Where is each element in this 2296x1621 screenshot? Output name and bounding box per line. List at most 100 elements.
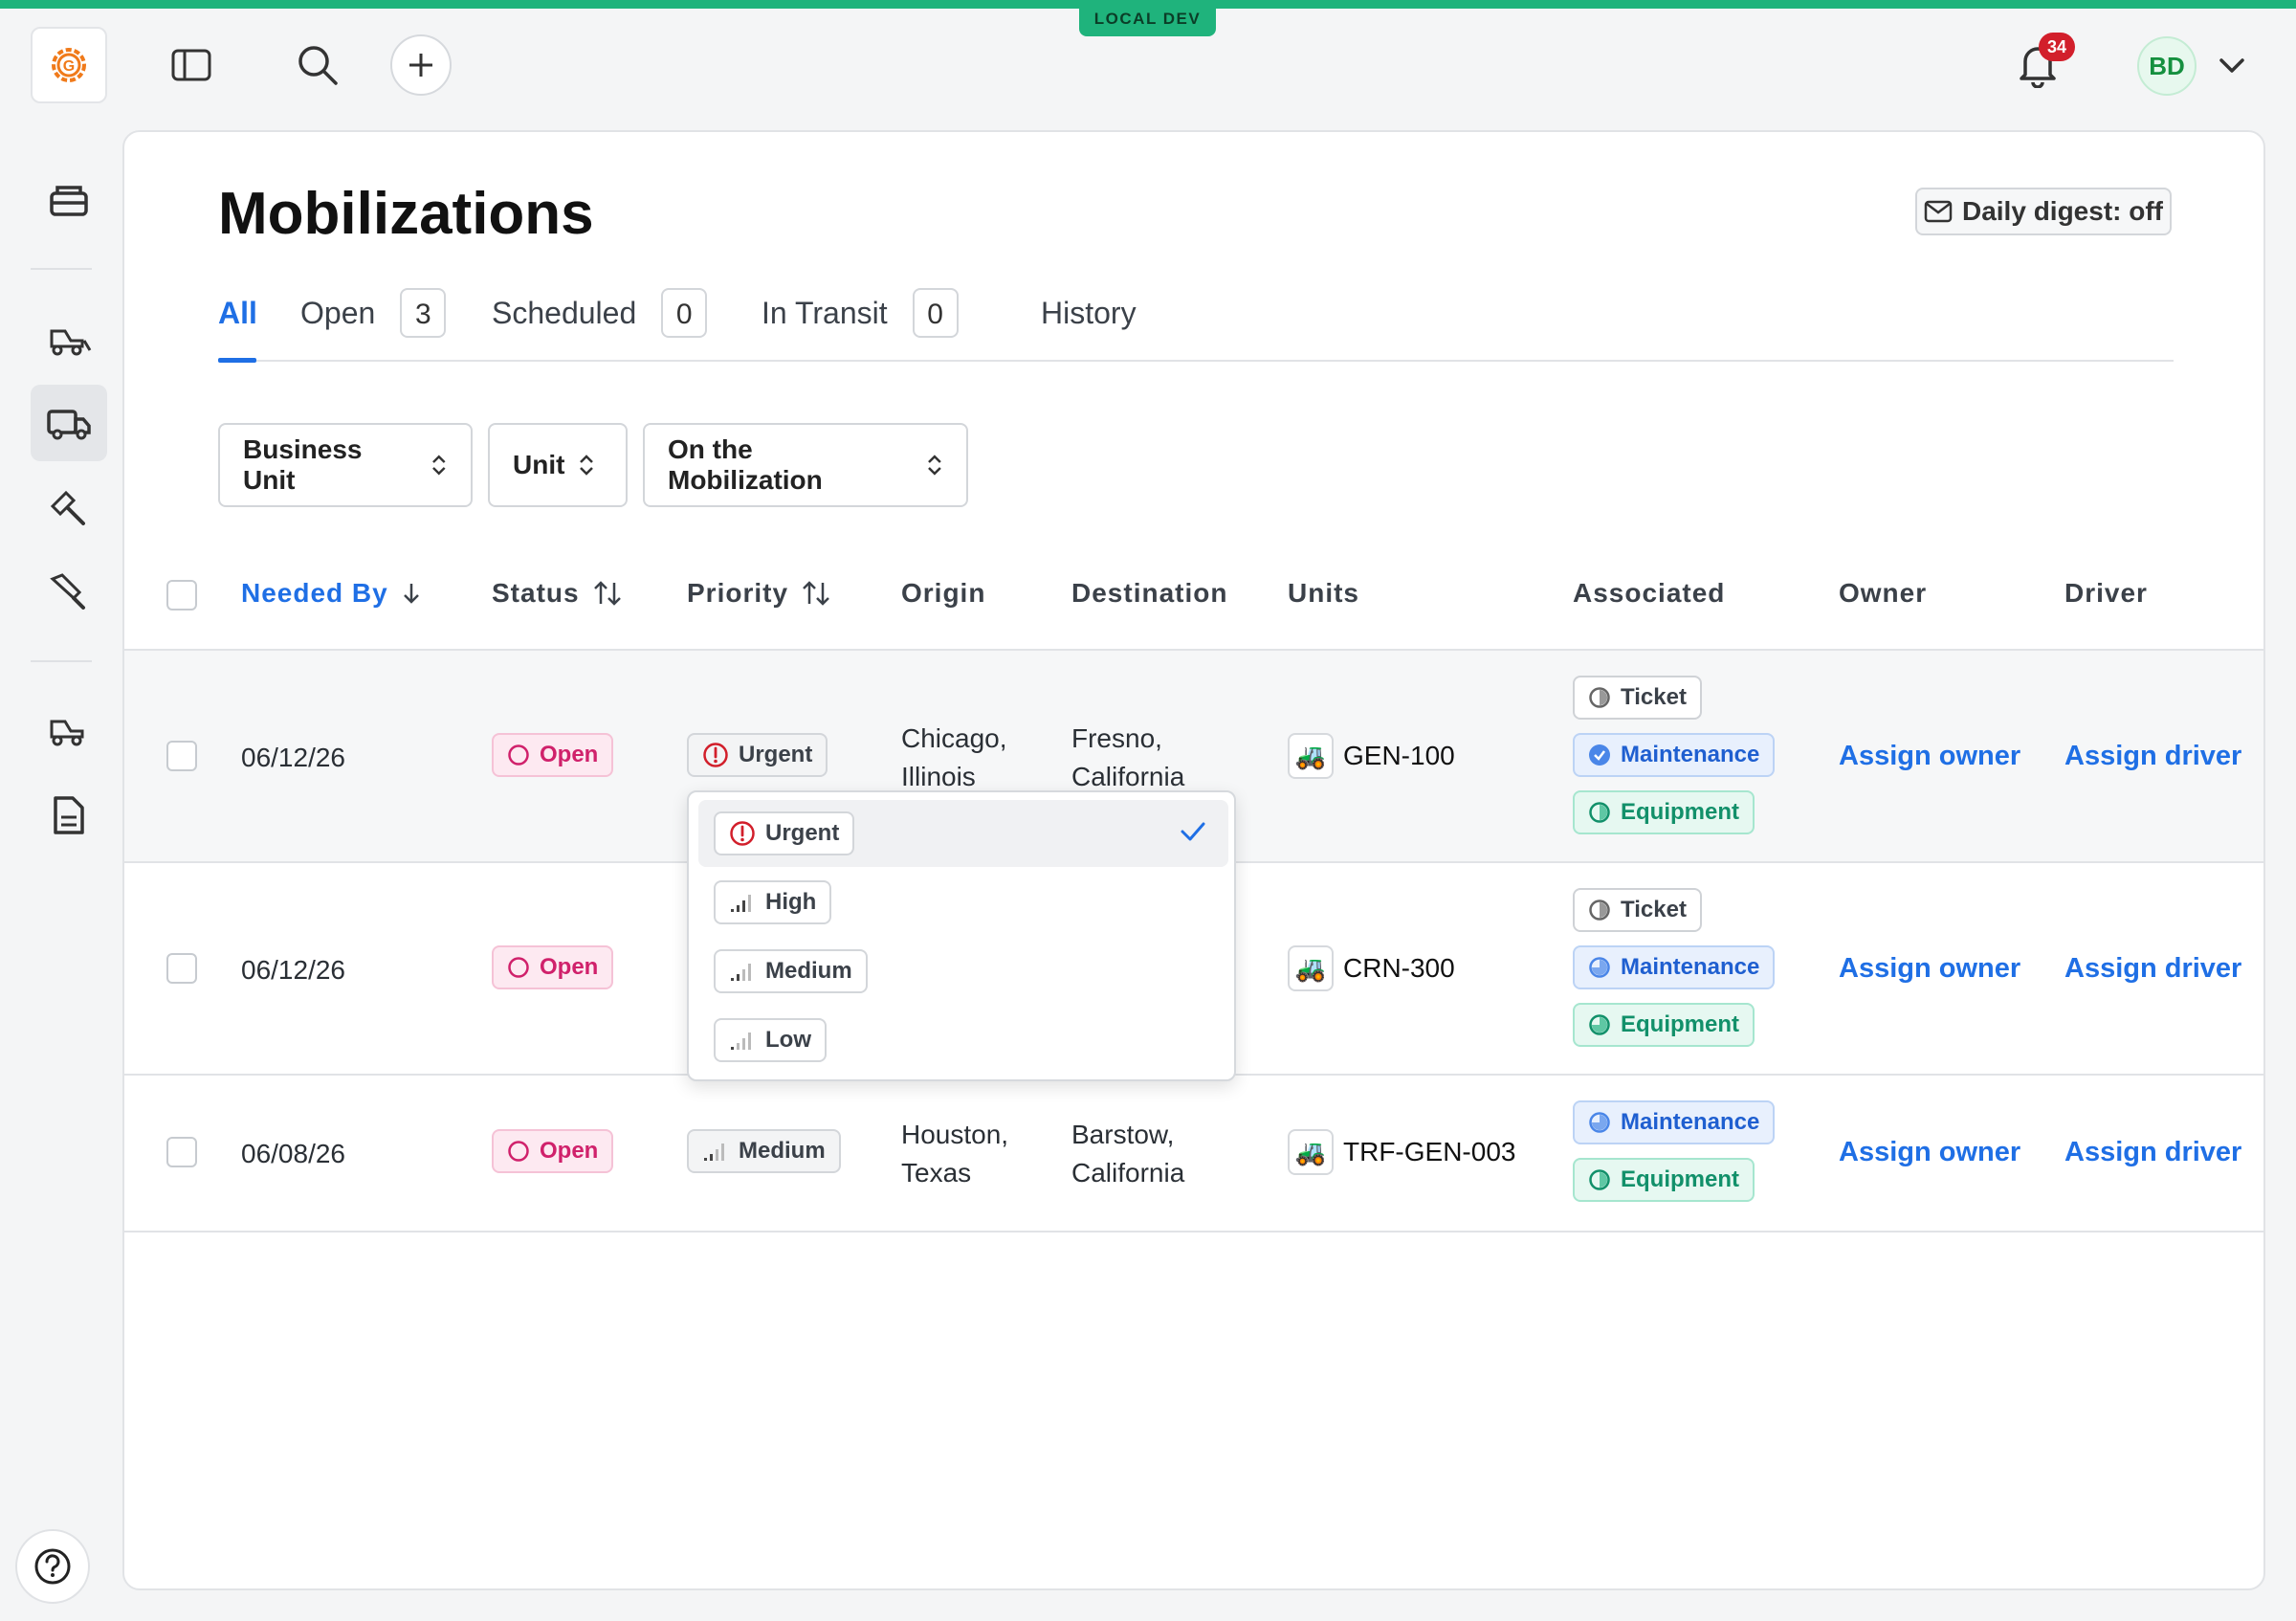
tab-bar: All Open 3 Scheduled 0 In Transit 0 Hist… (218, 285, 2174, 363)
environment-badge: LOCAL DEV (1079, 6, 1216, 36)
sidebar-divider (31, 660, 92, 662)
filter-label: Business Unit (243, 434, 363, 495)
open-circle-icon (508, 1141, 529, 1162)
business-unit-filter[interactable]: Business Unit (218, 423, 473, 507)
destination-cell: Fresno, California (1071, 720, 1184, 796)
sidebar-item-tools[interactable] (31, 469, 107, 545)
associated-ticket-badge[interactable]: Ticket (1573, 676, 1702, 720)
assign-driver-link[interactable]: Assign driver (2064, 1137, 2241, 1168)
associated-maintenance-badge[interactable]: Maintenance (1573, 1100, 1776, 1144)
tab-history[interactable]: History (1041, 285, 1137, 341)
sidebar-item-parts[interactable] (31, 553, 107, 630)
progress-circle-icon (1589, 1112, 1610, 1133)
daily-digest-button[interactable]: Daily digest: off (1915, 188, 2172, 235)
row-checkbox[interactable] (166, 741, 197, 771)
signal-medium-icon (704, 1144, 724, 1161)
sort-arrows-icon (593, 581, 621, 606)
column-label: Driver (2064, 578, 2148, 608)
select-all-checkbox[interactable] (166, 580, 197, 611)
associated-label: Ticket (1621, 684, 1687, 710)
priority-option-medium[interactable]: Medium (698, 938, 1228, 1005)
origin-cell: Houston, Texas (901, 1116, 1008, 1192)
column-label: Needed By (241, 578, 388, 608)
associated-equipment-badge[interactable]: Equipment (1573, 1003, 1755, 1047)
origin-city: Houston, (901, 1120, 1009, 1149)
filter-label: Unit (513, 450, 565, 479)
urgent-alert-icon (730, 821, 755, 846)
associated-maintenance-badge[interactable]: Maintenance (1573, 733, 1776, 777)
unit-filter[interactable]: Unit (488, 423, 628, 507)
associated-label: Equipment (1621, 1166, 1739, 1192)
status-badge[interactable]: Open (492, 733, 614, 777)
tab-open[interactable]: Open 3 (300, 285, 447, 341)
column-label: Status (492, 578, 580, 608)
priority-option-urgent[interactable]: Urgent (698, 800, 1228, 867)
status-badge[interactable]: Open (492, 1129, 614, 1173)
priority-option-label: Urgent (765, 820, 840, 846)
active-tab-indicator (218, 358, 256, 363)
column-header-status[interactable]: Status (492, 578, 622, 609)
assign-owner-link[interactable]: Assign owner (1839, 1137, 2020, 1168)
sidebar-divider (31, 268, 92, 270)
unit-label: TRF-GEN-003 (1343, 1137, 1516, 1166)
loader-icon (50, 720, 84, 746)
search-button[interactable] (289, 38, 346, 92)
column-header-units: Units (1288, 578, 1359, 609)
column-header-priority[interactable]: Priority (687, 578, 830, 609)
associated-equipment-badge[interactable]: Equipment (1573, 790, 1755, 834)
sidebar-item-mobilizations[interactable] (31, 385, 107, 461)
on-mobilization-filter[interactable]: On the Mobilization (643, 423, 968, 507)
check-circle-icon (1589, 744, 1610, 766)
sidebar-toggle-button[interactable] (163, 42, 220, 88)
priority-option-low[interactable]: Low (698, 1007, 1228, 1074)
app-logo[interactable]: G (31, 27, 107, 103)
column-header-needed-by[interactable]: Needed By (241, 578, 421, 609)
origin-state: Texas (901, 1158, 972, 1188)
unit-label: GEN-100 (1343, 741, 1455, 770)
help-button[interactable] (15, 1529, 90, 1604)
tab-scheduled[interactable]: Scheduled 0 (492, 285, 708, 341)
checkmark-icon (1181, 822, 1205, 841)
sidebar-item-inventory[interactable] (31, 161, 107, 237)
assign-driver-link[interactable]: Assign driver (2064, 741, 2241, 772)
sidebar-item-documents[interactable] (31, 777, 107, 854)
user-menu-button[interactable] (2216, 52, 2248, 80)
tab-count: 0 (661, 288, 708, 338)
assign-owner-link[interactable]: Assign owner (1839, 953, 2020, 985)
priority-option-high[interactable]: High (698, 869, 1228, 936)
priority-option-badge: High (714, 880, 832, 924)
question-mark-icon (34, 1548, 71, 1585)
tab-all[interactable]: All (218, 285, 257, 341)
associated-equipment-badge[interactable]: Equipment (1573, 1158, 1755, 1202)
associated-label: Maintenance (1621, 742, 1760, 767)
chevron-up-down-icon (928, 455, 941, 476)
truck-icon (47, 410, 91, 440)
progress-circle-icon (1589, 1014, 1610, 1035)
envelope-icon (1924, 200, 1953, 223)
associated-maintenance-badge[interactable]: Maintenance (1573, 945, 1776, 989)
associated-ticket-badge[interactable]: Ticket (1573, 888, 1702, 932)
unit-cell[interactable]: 🚜 CRN-300 (1288, 945, 1455, 991)
open-circle-icon (508, 957, 529, 978)
priority-badge[interactable]: Urgent (687, 733, 828, 777)
priority-dropdown: Urgent High Medium Low (687, 790, 1236, 1081)
destination-city: Fresno, (1071, 723, 1162, 753)
unit-cell[interactable]: 🚜 GEN-100 (1288, 733, 1455, 779)
priority-badge[interactable]: Medium (687, 1129, 841, 1173)
user-avatar[interactable]: BD (2137, 36, 2197, 96)
screwdriver-icon (50, 573, 85, 610)
sidebar-item-fleet[interactable] (31, 691, 107, 767)
add-button[interactable] (390, 34, 452, 96)
assign-driver-link[interactable]: Assign driver (2064, 953, 2241, 985)
status-badge[interactable]: Open (492, 945, 614, 989)
unit-cell[interactable]: 🚜 TRF-GEN-003 (1288, 1129, 1515, 1175)
tab-in-transit[interactable]: In Transit 0 (762, 285, 959, 341)
unit-label: CRN-300 (1343, 953, 1455, 983)
open-circle-icon (508, 744, 529, 766)
signal-high-icon (731, 895, 751, 912)
signal-medium-icon (731, 964, 751, 981)
assign-owner-link[interactable]: Assign owner (1839, 741, 2020, 772)
row-checkbox[interactable] (166, 953, 197, 984)
sidebar-item-equipment[interactable] (31, 300, 107, 377)
row-checkbox[interactable] (166, 1137, 197, 1167)
